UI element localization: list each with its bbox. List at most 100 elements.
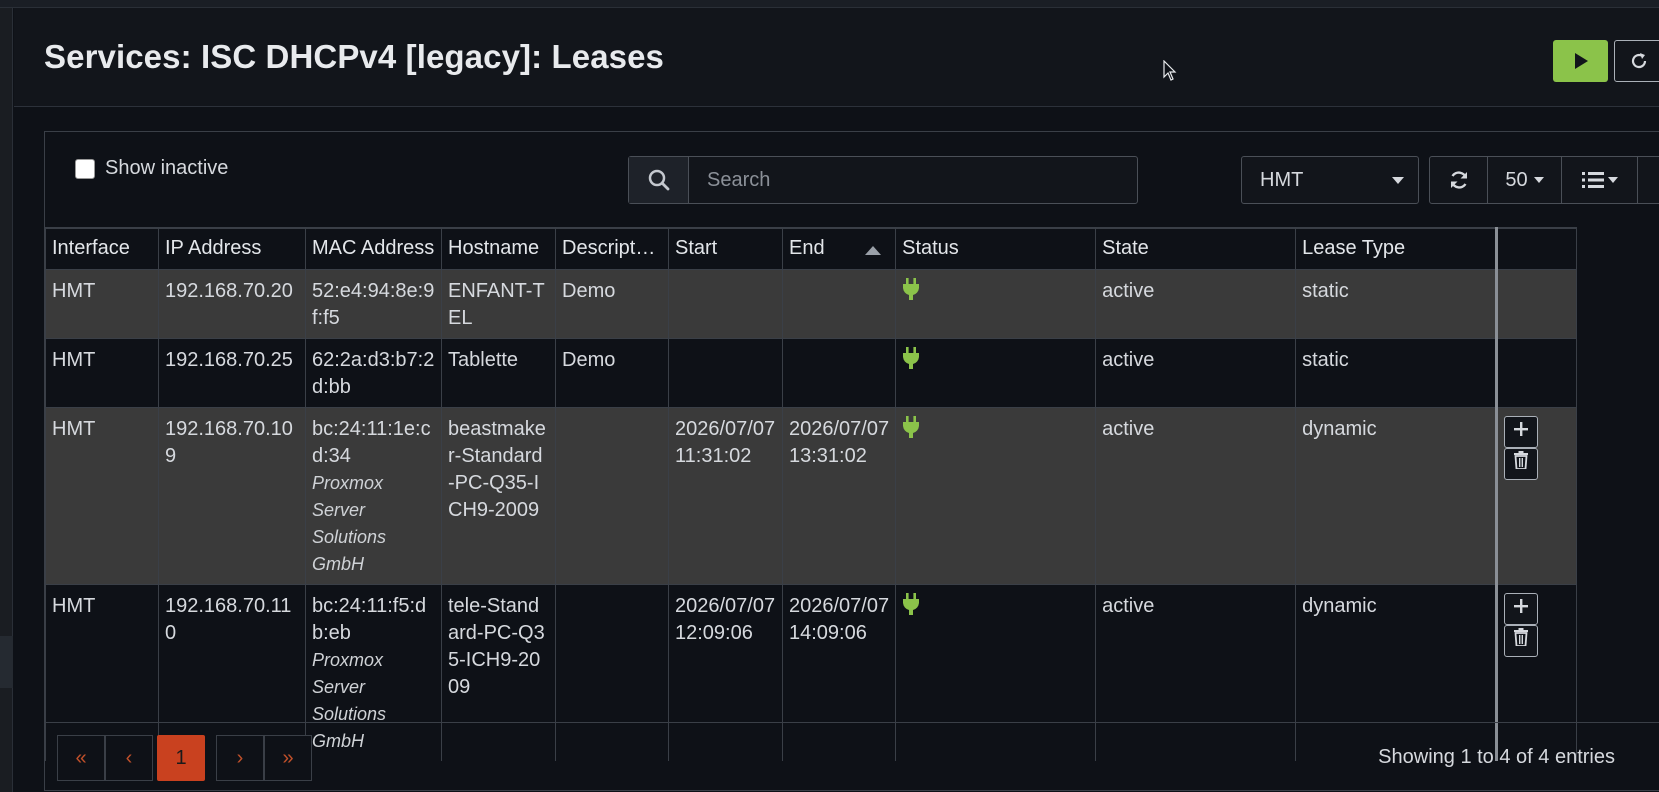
column-header-end[interactable]: End — [781, 227, 897, 270]
cell-hostname: tele-Standard-PC-Q35-ICH9-2009 — [441, 583, 556, 761]
mac-address: 52:e4:94:8e:9f:f5 — [312, 279, 435, 329]
cell-hostname: ENFANT-TEL — [441, 268, 556, 338]
table-row[interactable]: HMT 192.168.70.25 62:2a:d3:b7:2d:bb Tablett… — [45, 337, 1578, 407]
sidebar-edge — [0, 8, 13, 792]
play-icon — [1574, 53, 1588, 69]
apply-button[interactable] — [1553, 40, 1608, 82]
add-static-mapping-button[interactable] — [1504, 592, 1539, 625]
column-header-state[interactable]: State — [1095, 227, 1297, 270]
cell-end — [781, 268, 897, 338]
cell-status — [895, 583, 1097, 761]
chevron-down-icon — [1607, 177, 1618, 183]
cell-status — [895, 268, 1097, 338]
rows-per-page-dropdown[interactable]: 50 — [1488, 157, 1562, 203]
cell-mac: bc:24:11:1e:cd:34 Proxmox Server Solution… — [305, 406, 442, 584]
top-strip — [0, 0, 1659, 8]
column-header-description[interactable]: Descript… — [555, 227, 669, 270]
cell-end — [781, 337, 897, 407]
refresh-icon — [1450, 171, 1467, 189]
mac-vendor: Proxmox Server Solutions GmbH — [312, 649, 387, 751]
plus-icon — [1513, 595, 1529, 622]
cell-actions — [1495, 337, 1578, 407]
refresh-button[interactable] — [1430, 157, 1488, 203]
cell-state: active — [1095, 337, 1297, 407]
mac-address: bc:24:11:1e:cd:34 — [312, 417, 431, 467]
leases-panel: Show inactive HMT 50 Interface — [44, 131, 1659, 791]
cell-ip: 192.168.70.109 — [158, 406, 306, 584]
mac-address: bc:24:11:f5:db:eb — [312, 594, 427, 644]
cell-start: 2026/07/07 11:31:02 — [668, 406, 783, 584]
cell-state: active — [1095, 406, 1297, 584]
page-1-button[interactable]: 1 — [157, 735, 205, 781]
cell-description: Demo — [555, 337, 669, 407]
cell-state: active — [1095, 268, 1297, 338]
cell-end: 2026/07/07 14:09:06 — [781, 583, 897, 761]
interface-select-value: HMT — [1260, 168, 1304, 191]
column-header-mac[interactable]: MAC Address — [305, 227, 442, 270]
search-input[interactable] — [689, 157, 1137, 203]
column-header-status[interactable]: Status — [895, 227, 1097, 270]
column-header-hostname[interactable]: Hostname — [441, 227, 556, 270]
plug-icon — [902, 415, 920, 443]
table-row[interactable]: HMT 192.168.70.20 52:e4:94:8e:9f:f5 ENFANT-… — [45, 268, 1578, 338]
reload-icon — [1631, 53, 1647, 69]
rows-per-page-value: 50 — [1505, 168, 1528, 191]
first-page-button[interactable]: « — [57, 735, 105, 781]
delete-lease-button[interactable] — [1504, 624, 1539, 657]
column-header-interface[interactable]: Interface — [45, 227, 159, 270]
cell-actions — [1495, 406, 1578, 584]
cell-interface: HMT — [45, 337, 159, 407]
grid-actions: 50 — [1429, 156, 1659, 204]
interface-select[interactable]: HMT — [1241, 156, 1419, 204]
plug-icon — [902, 592, 920, 620]
cell-state: active — [1095, 583, 1297, 761]
cell-status — [895, 337, 1097, 407]
mac-vendor: Proxmox Server Solutions GmbH — [312, 472, 387, 574]
prev-page-button[interactable]: ‹ — [105, 735, 153, 781]
cell-interface: HMT — [45, 406, 159, 584]
cell-mac: bc:24:11:f5:db:eb Proxmox Server Solution… — [305, 583, 442, 761]
plug-icon — [902, 346, 920, 374]
table-row[interactable]: HMT 192.168.70.109 bc:24:11:1e:cd:34 Proxmo… — [45, 406, 1578, 584]
cell-hostname: Tablette — [441, 337, 556, 407]
cell-mac: 52:e4:94:8e:9f:f5 — [305, 268, 442, 338]
reload-button[interactable] — [1614, 40, 1659, 82]
search-box — [628, 156, 1138, 204]
sidebar-selected-item[interactable] — [0, 636, 13, 688]
pagination-info: Showing 1 to 4 of 4 entries — [1378, 746, 1615, 768]
cell-mac: 62:2a:d3:b7:2d:bb — [305, 337, 442, 407]
column-header-start[interactable]: Start — [668, 227, 783, 270]
cell-lease-type: dynamic — [1295, 406, 1498, 584]
cell-ip: 192.168.70.25 — [158, 337, 306, 407]
column-header-lease-type[interactable]: Lease Type — [1295, 227, 1498, 270]
export-button[interactable] — [1638, 157, 1659, 203]
pagination: « ‹ 1 › » — [57, 735, 312, 781]
columns-dropdown[interactable] — [1562, 157, 1638, 203]
columns-icon — [1581, 172, 1604, 188]
cell-start — [668, 337, 783, 407]
search-icon — [629, 157, 689, 203]
add-static-mapping-button[interactable] — [1504, 415, 1539, 448]
next-page-button[interactable]: › — [216, 735, 264, 781]
trash-icon — [1513, 627, 1529, 654]
cell-description: Demo — [555, 268, 669, 338]
cell-actions — [1495, 583, 1578, 761]
sort-asc-icon — [865, 246, 882, 255]
last-page-button[interactable]: » — [264, 735, 312, 781]
mouse-cursor-icon — [1163, 60, 1177, 81]
column-header-ip[interactable]: IP Address — [158, 227, 306, 270]
page-header: Services: ISC DHCPv4 [legacy]: Leases — [14, 8, 1659, 107]
cell-actions — [1495, 268, 1578, 338]
cell-interface: HMT — [45, 268, 159, 338]
show-inactive-checkbox[interactable] — [75, 158, 95, 179]
table-footer-divider — [45, 722, 1659, 723]
cell-end: 2026/07/07 13:31:02 — [781, 406, 897, 584]
mac-address: 62:2a:d3:b7:2d:bb — [312, 348, 435, 398]
column-header-end-label: End — [789, 237, 825, 260]
delete-lease-button[interactable] — [1504, 447, 1539, 480]
show-inactive-toggle[interactable]: Show inactive — [75, 157, 228, 180]
cell-description — [555, 406, 669, 584]
cell-ip: 192.168.70.20 — [158, 268, 306, 338]
show-inactive-label: Show inactive — [105, 157, 229, 179]
table-header-row: Interface IP Address MAC Address Hostnam… — [45, 227, 1578, 270]
